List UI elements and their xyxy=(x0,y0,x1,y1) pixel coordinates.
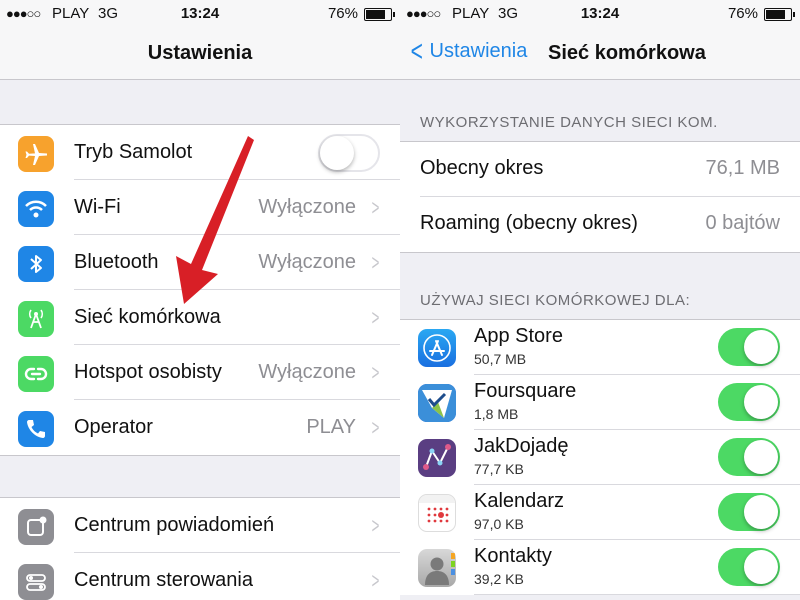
status-bar: ●●●○○ PLAY 3G 13:24 76% xyxy=(400,0,800,28)
control-center-icon xyxy=(18,564,54,600)
app-store-icon xyxy=(418,329,456,367)
chevron-right-icon: > xyxy=(371,194,380,220)
app-row-jakdojade: JakDojadę 77,7 KB xyxy=(400,430,800,485)
settings-row-label: Sieć komórkowa xyxy=(74,306,221,328)
page-title: Sieć komórkowa xyxy=(548,42,706,64)
settings-row-airplane[interactable]: Tryb Samolot xyxy=(0,125,400,180)
app-name: Foursquare xyxy=(474,380,577,402)
usage-label: Roaming (obecny okres) xyxy=(420,212,638,234)
foursquare-cellular-toggle[interactable] xyxy=(718,383,780,421)
jakdojade-icon xyxy=(418,439,456,477)
calendar-cellular-toggle[interactable] xyxy=(718,493,780,531)
chevron-left-icon: < xyxy=(410,34,423,68)
app-data-size: 50,7 MB xyxy=(474,351,527,367)
section-header-apps: UŻYWAJ SIECI KOMÓRKOWEJ DLA: xyxy=(420,292,691,309)
apps-group: App Store 50,7 MB Foursquare 1,8 MB JakD… xyxy=(400,319,800,595)
battery-icon xyxy=(764,8,795,21)
app-data-size: 1,8 MB xyxy=(474,406,519,422)
settings-row-hotspot[interactable]: Hotspot osobisty Wyłączone > xyxy=(0,345,400,400)
chevron-right-icon: > xyxy=(371,567,380,593)
phone-icon xyxy=(18,411,54,447)
contacts-icon xyxy=(418,549,456,587)
settings-screen: ●●●○○ PLAY 3G 13:24 76% Ustawienia Tryb … xyxy=(0,0,400,600)
app-row-foursquare: Foursquare 1,8 MB xyxy=(400,375,800,430)
status-bar: ●●●○○ PLAY 3G 13:24 76% xyxy=(0,0,400,28)
airplane-icon xyxy=(18,136,54,172)
app-row-app-store: App Store 50,7 MB xyxy=(400,320,800,375)
jakdojade-cellular-toggle[interactable] xyxy=(718,438,780,476)
nav-bar: < Ustawienia Sieć komórkowa xyxy=(400,28,800,80)
section-header-usage: WYKORZYSTANIE DANYCH SIECI KOM. xyxy=(420,114,718,131)
settings-row-bluetooth[interactable]: Bluetooth Wyłączone > xyxy=(0,235,400,290)
chevron-right-icon: > xyxy=(371,304,380,330)
chevron-right-icon: > xyxy=(371,359,380,385)
battery-percent: 76% xyxy=(727,5,758,22)
settings-group-connectivity: Tryb Samolot Wi-Fi Wyłączone > Bluetooth… xyxy=(0,124,400,456)
settings-row-wifi[interactable]: Wi-Fi Wyłączone > xyxy=(0,180,400,235)
usage-value: 76,1 MB xyxy=(705,157,780,179)
app-store-cellular-toggle[interactable] xyxy=(718,328,780,366)
settings-row-label: Tryb Samolot xyxy=(74,141,193,163)
nav-bar: Ustawienia xyxy=(0,28,400,80)
settings-row-label: Centrum powiadomień xyxy=(74,514,275,536)
usage-row-roaming: Roaming (obecny okres) 0 bajtów xyxy=(400,197,800,252)
settings-row-label: Operator xyxy=(74,416,153,438)
battery-icon xyxy=(364,8,395,21)
back-button[interactable]: < Ustawienia xyxy=(408,34,528,68)
settings-row-value: Wyłączone xyxy=(258,361,356,383)
settings-row-label: Bluetooth xyxy=(74,251,159,273)
settings-row-value: Wyłączone xyxy=(258,251,356,273)
app-name: Kalendarz xyxy=(474,490,565,512)
foursquare-icon xyxy=(418,384,456,422)
chevron-right-icon: > xyxy=(371,414,380,440)
usage-group: Obecny okres 76,1 MB Roaming (obecny okr… xyxy=(400,141,800,253)
back-button-label: Ustawienia xyxy=(429,40,528,62)
usage-row-current-period: Obecny okres 76,1 MB xyxy=(400,142,800,197)
cellular-screen: ●●●○○ PLAY 3G 13:24 76% < Ustawienia Sie… xyxy=(400,0,800,600)
app-data-size: 77,7 KB xyxy=(474,461,524,477)
chevron-right-icon: > xyxy=(371,512,380,538)
settings-row-operator[interactable]: Operator PLAY > xyxy=(0,400,400,455)
settings-row-value: Wyłączone xyxy=(258,196,356,218)
app-name: Kontakty xyxy=(474,545,552,567)
contacts-cellular-toggle[interactable] xyxy=(718,548,780,586)
app-row-contacts: Kontakty 39,2 KB xyxy=(400,540,800,595)
page-title: Ustawienia xyxy=(147,42,253,64)
hotspot-icon xyxy=(18,356,54,392)
settings-row-label: Centrum sterowania xyxy=(74,569,253,591)
chevron-right-icon: > xyxy=(371,249,380,275)
settings-row-label: Hotspot osobisty xyxy=(74,361,222,383)
calendar-icon xyxy=(418,494,456,532)
app-row-calendar: Kalendarz 97,0 KB xyxy=(400,485,800,540)
app-data-size: 97,0 KB xyxy=(474,516,524,532)
notifications-icon xyxy=(18,509,54,545)
wifi-icon xyxy=(18,191,54,227)
settings-group-system: Centrum powiadomień > Centrum sterowania… xyxy=(0,497,400,600)
settings-row-value: PLAY xyxy=(306,416,356,438)
bluetooth-icon xyxy=(18,246,54,282)
airplane-mode-toggle[interactable] xyxy=(318,133,380,172)
settings-row-control-center[interactable]: Centrum sterowania > xyxy=(0,553,400,600)
app-data-size: 39,2 KB xyxy=(474,571,524,587)
cellular-icon xyxy=(18,301,54,337)
settings-row-label: Wi-Fi xyxy=(74,196,121,218)
usage-label: Obecny okres xyxy=(420,157,544,179)
usage-value: 0 bajtów xyxy=(705,212,781,234)
settings-row-cellular[interactable]: Sieć komórkowa > xyxy=(0,290,400,345)
settings-row-notifications[interactable]: Centrum powiadomień > xyxy=(0,498,400,553)
app-name: JakDojadę xyxy=(474,435,569,457)
battery-percent: 76% xyxy=(327,5,358,22)
app-name: App Store xyxy=(474,325,563,347)
